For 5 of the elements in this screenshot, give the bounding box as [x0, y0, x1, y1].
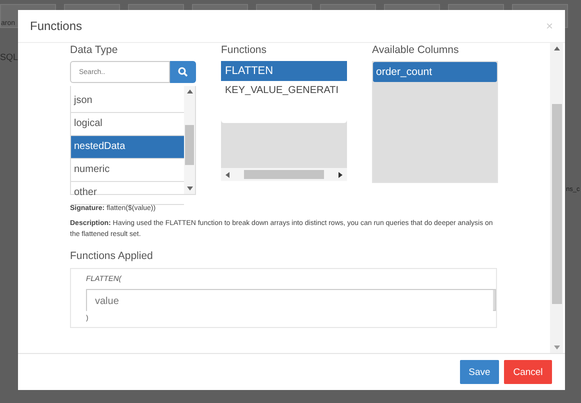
section-heading: Functions Applied [70, 250, 154, 262]
column-label: Functions [221, 43, 268, 58]
column-label: Data Type [70, 43, 119, 58]
window-title: Functions [30, 19, 82, 33]
column-label: Available Columns [372, 43, 460, 58]
